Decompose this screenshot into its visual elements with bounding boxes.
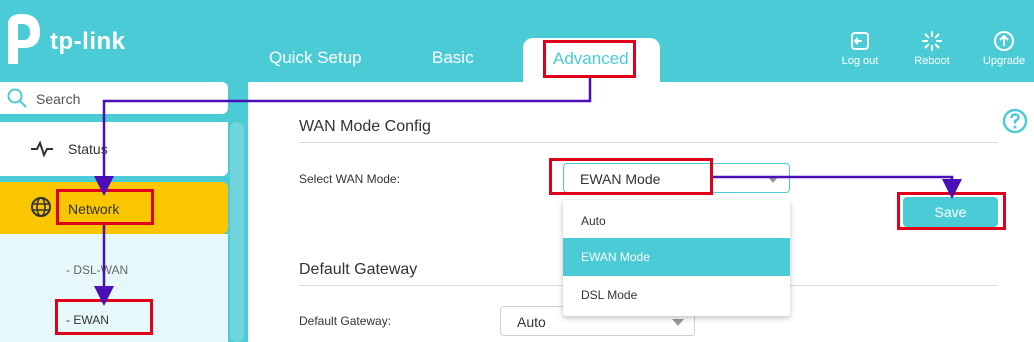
annotation-box-ewan [55, 299, 153, 335]
top-header: tp-link Quick Setup Basic Advanced Log o… [0, 0, 1034, 82]
default-gateway-value: Auto [517, 314, 546, 330]
wan-option-ewan-label: EWAN Mode [581, 250, 650, 264]
tp-link-logo-icon [8, 14, 40, 64]
chevron-down-icon [672, 319, 684, 326]
tp-link-logo: tp-link [0, 6, 150, 68]
pulse-icon [31, 140, 53, 158]
default-gateway-title: Default Gateway [299, 261, 418, 278]
wan-option-ewan[interactable]: EWAN Mode [563, 238, 790, 276]
tab-basic[interactable]: Basic [432, 48, 474, 68]
tab-quick-setup[interactable]: Quick Setup [269, 48, 362, 68]
reboot-icon [922, 31, 942, 51]
logout-label: Log out [841, 55, 879, 67]
annotation-box-save [897, 192, 1006, 230]
wan-option-dsl-label: DSL Mode [581, 288, 638, 302]
annotation-box-advanced [543, 40, 636, 78]
search-icon [7, 88, 27, 108]
upgrade-icon [994, 31, 1014, 51]
wan-mode-title: WAN Mode Config [299, 118, 431, 135]
wan-option-dsl[interactable]: DSL Mode [563, 276, 790, 314]
upgrade-button[interactable]: Upgrade [976, 30, 1032, 74]
upgrade-label: Upgrade [982, 55, 1026, 67]
reboot-label: Reboot [914, 55, 950, 67]
default-gateway-label: Default Gateway: [299, 314, 392, 328]
annotation-box-wan-mode [549, 158, 713, 195]
logout-icon [851, 32, 869, 50]
annotation-box-network [56, 189, 154, 225]
logo-text: tp-link [50, 28, 126, 55]
chevron-down-icon [767, 176, 779, 183]
search-placeholder: Search [36, 91, 81, 107]
logout-button[interactable]: Log out [832, 30, 888, 74]
sidebar-scrollbar[interactable] [230, 122, 244, 342]
help-icon[interactable] [1002, 108, 1028, 134]
sidebar-item-status[interactable]: Status [0, 122, 228, 176]
wan-option-auto[interactable]: Auto [563, 202, 790, 240]
globe-icon [31, 197, 51, 217]
search-input[interactable]: Search [0, 82, 228, 114]
wan-mode-dropdown: Auto EWAN Mode DSL Mode [563, 200, 790, 316]
wan-option-auto-label: Auto [581, 214, 606, 228]
sidebar-subitem-dsl-wan[interactable]: - DSL-WAN [66, 263, 128, 277]
reboot-button[interactable]: Reboot [904, 30, 960, 74]
sidebar-item-status-label: Status [68, 141, 108, 157]
wan-mode-label: Select WAN Mode: [299, 172, 400, 186]
section-divider [299, 142, 998, 143]
